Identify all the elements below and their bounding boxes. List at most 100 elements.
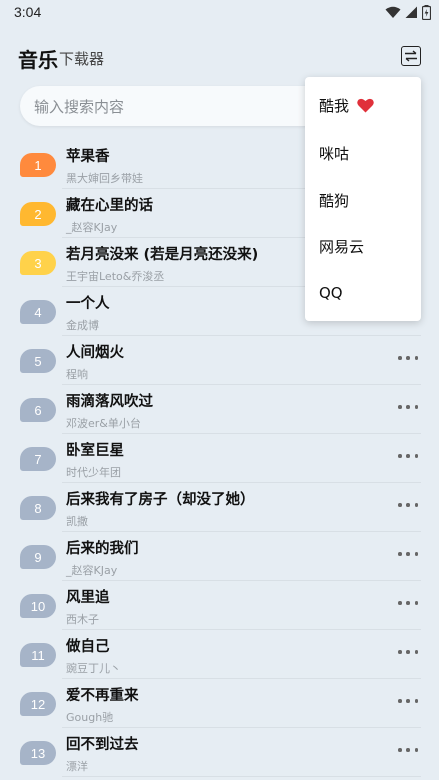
- search-placeholder: 输入搜索内容: [34, 98, 125, 116]
- song-row[interactable]: 9 后来的我们 _赵容KJay: [0, 532, 439, 581]
- more-options-icon[interactable]: [398, 351, 418, 365]
- menu-item-migu[interactable]: 咪咕: [319, 143, 349, 164]
- song-title: 人间烟火: [66, 345, 124, 361]
- more-options-icon[interactable]: [398, 743, 418, 757]
- status-time: 3:04: [14, 4, 42, 20]
- dot: [414, 356, 418, 360]
- swap-icon: [405, 50, 417, 62]
- song-row[interactable]: 5 人间烟火程响: [0, 336, 439, 385]
- song-title: 藏在心里的话: [66, 198, 153, 214]
- more-options-icon[interactable]: [398, 449, 418, 463]
- song-title: 后来我有了房子（却没了她）: [66, 492, 255, 508]
- dot: [406, 748, 410, 752]
- song-row[interactable]: 8 后来我有了房子（却没了她） 凯撒: [0, 483, 439, 532]
- more-options-icon[interactable]: [398, 547, 418, 561]
- dot: [406, 356, 410, 360]
- dot: [406, 552, 410, 556]
- dot: [398, 748, 402, 752]
- song-artist: 黑大婶回乡带娃: [66, 172, 143, 185]
- song-artist: _赵容KJay: [66, 564, 118, 577]
- song-title: 一个人: [66, 296, 110, 312]
- rank-badge: 10: [20, 594, 56, 618]
- dot: [406, 650, 410, 654]
- song-title: 做自己: [66, 639, 110, 655]
- app-header: 音乐 下载器: [0, 40, 439, 74]
- song-artist: 程响: [66, 368, 88, 381]
- dot: [398, 405, 402, 409]
- song-row[interactable]: 12 爱不再重来 Gough驰: [0, 679, 439, 728]
- wifi-icon: [385, 6, 401, 18]
- menu-item-label: 网易云: [319, 238, 365, 256]
- menu-item-label: 酷狗: [319, 192, 350, 210]
- song-title: 雨滴落风吹过: [66, 394, 153, 410]
- song-artist: 时代少年团: [66, 466, 121, 479]
- song-title: 苹果香: [66, 149, 110, 165]
- heart-icon: [357, 98, 374, 113]
- song-title: 若月亮没来 (若是月亮还没来): [66, 247, 259, 263]
- rank-badge: 11: [20, 643, 56, 667]
- song-title: 爱不再重来: [66, 688, 139, 704]
- rank-badge: 5: [20, 349, 56, 373]
- more-options-icon[interactable]: [398, 400, 418, 414]
- rank-badge: 13: [20, 741, 56, 765]
- status-icons: [385, 5, 431, 20]
- song-artist: 金成博: [66, 319, 99, 332]
- rank-badge: 6: [20, 398, 56, 422]
- menu-item-label: 酷我: [319, 97, 350, 115]
- song-artist: 王宇宙Leto&乔浚丞: [66, 270, 165, 283]
- song-artist: _赵容KJay: [66, 221, 118, 234]
- dot: [406, 405, 410, 409]
- dot: [406, 503, 410, 507]
- song-artist: 西木子: [66, 613, 99, 626]
- song-row[interactable]: 6 雨滴落风吹过 邓波er&单小台: [0, 385, 439, 434]
- song-title: 回不到过去: [66, 737, 139, 753]
- menu-item-label: QQ: [319, 284, 343, 302]
- song-artist: 邓波er&单小台: [66, 417, 141, 430]
- rank-badge: 4: [20, 300, 56, 324]
- dot: [398, 699, 402, 703]
- more-options-icon[interactable]: [398, 694, 418, 708]
- rank-badge: 12: [20, 692, 56, 716]
- app-subtitle: 下载器: [59, 50, 105, 68]
- song-artist: 漂洋: [66, 760, 88, 773]
- song-title: 风里追: [66, 590, 110, 606]
- song-artist: Gough驰: [66, 711, 114, 724]
- status-bar: 3:04: [0, 0, 439, 26]
- menu-item-label: 咪咕: [319, 145, 350, 163]
- rank-badge: 9: [20, 545, 56, 569]
- song-row[interactable]: 10 风里追西木子: [0, 581, 439, 630]
- more-options-icon[interactable]: [398, 645, 418, 659]
- dot: [414, 405, 418, 409]
- song-row[interactable]: 7 卧室巨星 时代少年团: [0, 434, 439, 483]
- rank-badge: 1: [20, 153, 56, 177]
- more-options-icon[interactable]: [398, 498, 418, 512]
- dot: [414, 650, 418, 654]
- signal-icon: [405, 6, 417, 18]
- dot: [398, 650, 402, 654]
- more-options-icon[interactable]: [398, 596, 418, 610]
- rank-badge: 8: [20, 496, 56, 520]
- dot: [406, 699, 410, 703]
- source-switch-button[interactable]: [401, 46, 421, 66]
- app-title: 音乐: [18, 48, 58, 72]
- dot: [414, 552, 418, 556]
- dot: [414, 503, 418, 507]
- menu-item-kuwo[interactable]: 酷我: [319, 95, 374, 116]
- menu-item-kugou[interactable]: 酷狗: [319, 190, 349, 211]
- dot: [414, 699, 418, 703]
- song-title: 卧室巨星: [66, 443, 124, 459]
- menu-item-netease[interactable]: 网易云: [319, 236, 364, 257]
- dot: [414, 454, 418, 458]
- dot: [398, 552, 402, 556]
- song-row[interactable]: 11 做自己豌豆丁儿丶: [0, 630, 439, 679]
- song-artist: 凯撒: [66, 515, 88, 528]
- song-title: 后来的我们: [66, 541, 139, 557]
- menu-item-qq[interactable]: QQ: [319, 284, 343, 302]
- dot: [398, 454, 402, 458]
- dot: [398, 601, 402, 605]
- song-row[interactable]: 13 回不到过去漂洋: [0, 728, 439, 777]
- song-artist: 豌豆丁儿丶: [66, 662, 121, 675]
- dot: [414, 748, 418, 752]
- rank-badge: 3: [20, 251, 56, 275]
- dot: [398, 356, 402, 360]
